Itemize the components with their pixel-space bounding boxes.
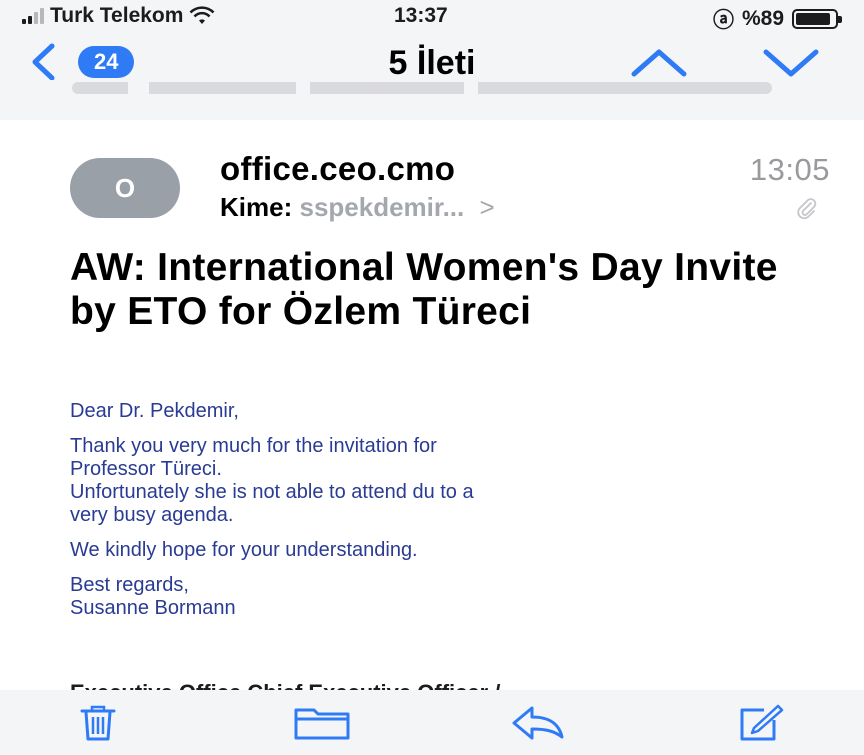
- battery-percent: %89: [741, 7, 784, 30]
- status-right: ⓐ %89: [712, 4, 842, 34]
- carrier-name: Turk Telekom: [50, 4, 184, 27]
- compose-button[interactable]: [738, 704, 784, 742]
- body-line: Professor Türeci.: [70, 458, 222, 480]
- battery-icon: [792, 9, 842, 29]
- body-paragraph-1: Thank you very much for the invitation f…: [70, 435, 810, 527]
- message-view: O office.ceo.cmo Kime: sspekdemir... > 1…: [10, 128, 864, 694]
- message-header: O office.ceo.cmo Kime: sspekdemir... > 1…: [70, 148, 830, 228]
- avatar[interactable]: O: [70, 158, 180, 218]
- body-line: Thank you very much for the invitation f…: [70, 435, 437, 457]
- folder-icon: [294, 708, 350, 740]
- previous-message-blurred-text: [72, 82, 772, 94]
- trash-icon: [80, 705, 116, 741]
- orientation-lock-icon: ⓐ: [712, 9, 734, 32]
- reply-button[interactable]: [510, 704, 566, 742]
- previous-message-peek[interactable]: [0, 80, 864, 120]
- signoff-block: Best regards, Susanne Bormann: [70, 574, 810, 620]
- recipient-row[interactable]: Kime: sspekdemir... >: [220, 192, 495, 223]
- delete-button[interactable]: [78, 704, 118, 742]
- status-time: 13:37: [394, 4, 448, 27]
- reply-icon: [512, 706, 564, 740]
- next-message-button[interactable]: [760, 44, 822, 80]
- status-bar: Turk Telekom 13:37 ⓐ %89: [0, 0, 864, 34]
- status-left: Turk Telekom: [22, 4, 215, 28]
- sender-name[interactable]: office.ceo.cmo: [220, 150, 455, 188]
- previous-message-button[interactable]: [628, 44, 690, 80]
- chevron-right-icon: >: [479, 192, 495, 222]
- bottom-toolbar: [0, 690, 864, 755]
- move-to-folder-button[interactable]: [292, 704, 352, 742]
- paperclip-icon: [797, 198, 817, 220]
- body-line: very busy agenda.: [70, 504, 234, 526]
- body-line: Unfortunately she is not able to attend …: [70, 481, 474, 503]
- greeting: Dear Dr. Pekdemir,: [70, 400, 239, 422]
- page-title: 5 İleti: [388, 44, 476, 82]
- message-subject: AW: International Women's Day Invite by …: [70, 246, 778, 333]
- body-paragraph-2: We kindly hope for your understanding.: [70, 539, 418, 561]
- signature: Susanne Bormann: [70, 597, 236, 619]
- signal-strength-icon: [22, 8, 44, 24]
- compose-icon: [740, 704, 784, 741]
- signoff: Best regards,: [70, 574, 189, 596]
- to-value: sspekdemir...: [299, 192, 465, 222]
- to-label: Kime:: [220, 192, 293, 222]
- battery-fill: [796, 13, 831, 25]
- wifi-icon: [190, 6, 215, 24]
- message-body: Dear Dr. Pekdemir, Thank you very much f…: [70, 400, 810, 632]
- message-time: 13:05: [749, 152, 830, 187]
